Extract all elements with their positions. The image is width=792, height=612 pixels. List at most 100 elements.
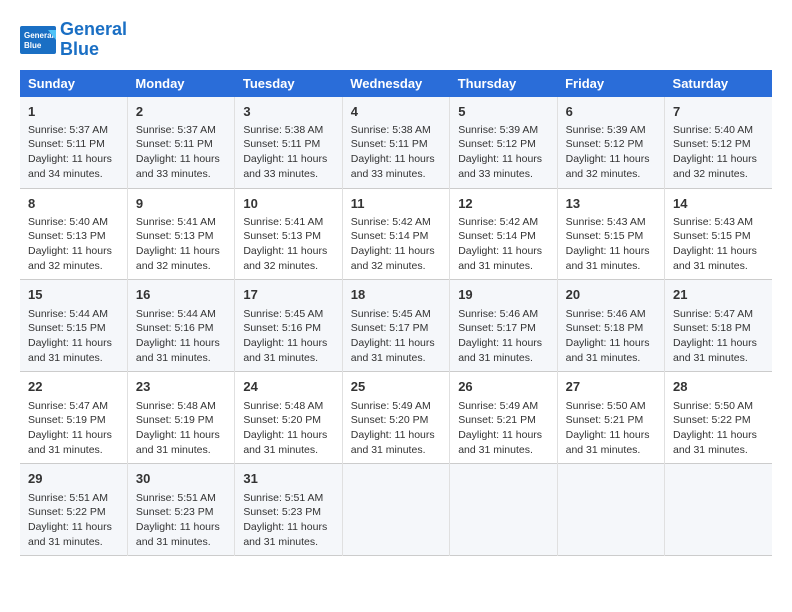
day-number: 14 bbox=[673, 195, 764, 213]
calendar-cell: 14 Sunrise: 5:43 AM Sunset: 5:15 PM Dayli… bbox=[665, 188, 772, 280]
calendar-week-4: 22 Sunrise: 5:47 AM Sunset: 5:19 PM Dayli… bbox=[20, 372, 772, 464]
calendar-cell: 1 Sunrise: 5:37 AM Sunset: 5:11 PM Daylig… bbox=[20, 97, 127, 188]
day-number: 22 bbox=[28, 378, 119, 396]
calendar-week-5: 29 Sunrise: 5:51 AM Sunset: 5:22 PM Dayli… bbox=[20, 464, 772, 556]
calendar-cell: 12 Sunrise: 5:42 AM Sunset: 5:14 PM Dayli… bbox=[450, 188, 557, 280]
day-info: Sunrise: 5:50 AM Sunset: 5:21 PM Dayligh… bbox=[566, 399, 656, 458]
calendar-cell: 8 Sunrise: 5:40 AM Sunset: 5:13 PM Daylig… bbox=[20, 188, 127, 280]
day-number: 1 bbox=[28, 103, 119, 121]
day-info: Sunrise: 5:37 AM Sunset: 5:11 PM Dayligh… bbox=[136, 123, 226, 182]
day-info: Sunrise: 5:42 AM Sunset: 5:14 PM Dayligh… bbox=[351, 215, 441, 274]
calendar-cell: 7 Sunrise: 5:40 AM Sunset: 5:12 PM Daylig… bbox=[665, 97, 772, 188]
day-info: Sunrise: 5:45 AM Sunset: 5:16 PM Dayligh… bbox=[243, 307, 333, 366]
day-number: 27 bbox=[566, 378, 656, 396]
day-number: 18 bbox=[351, 286, 441, 304]
day-info: Sunrise: 5:49 AM Sunset: 5:20 PM Dayligh… bbox=[351, 399, 441, 458]
page-header: General Blue General Blue bbox=[20, 20, 772, 60]
day-info: Sunrise: 5:40 AM Sunset: 5:13 PM Dayligh… bbox=[28, 215, 119, 274]
header-row: SundayMondayTuesdayWednesdayThursdayFrid… bbox=[20, 70, 772, 97]
calendar-cell: 28Sunrise: 5:50 AM Sunset: 5:22 PM Dayli… bbox=[665, 372, 772, 464]
calendar-cell: 29 Sunrise: 5:51 AM Sunset: 5:22 PM Dayli… bbox=[20, 464, 127, 556]
day-number: 19 bbox=[458, 286, 548, 304]
day-info: Sunrise: 5:38 AM Sunset: 5:11 PM Dayligh… bbox=[243, 123, 333, 182]
day-info: Sunrise: 5:41 AM Sunset: 5:13 PM Dayligh… bbox=[136, 215, 226, 274]
calendar-cell: 16 Sunrise: 5:44 AM Sunset: 5:16 PM Dayli… bbox=[127, 280, 234, 372]
day-info: Sunrise: 5:42 AM Sunset: 5:14 PM Dayligh… bbox=[458, 215, 548, 274]
day-info: Sunrise: 5:37 AM Sunset: 5:11 PM Dayligh… bbox=[28, 123, 119, 182]
day-info: Sunrise: 5:43 AM Sunset: 5:15 PM Dayligh… bbox=[673, 215, 764, 274]
day-number: 13 bbox=[566, 195, 656, 213]
logo: General Blue General Blue bbox=[20, 20, 127, 60]
day-info: Sunrise: 5:40 AM Sunset: 5:12 PM Dayligh… bbox=[673, 123, 764, 182]
day-number: 25 bbox=[351, 378, 441, 396]
calendar-cell: 15 Sunrise: 5:44 AM Sunset: 5:15 PM Dayli… bbox=[20, 280, 127, 372]
calendar-cell: 22 Sunrise: 5:47 AM Sunset: 5:19 PM Dayli… bbox=[20, 372, 127, 464]
day-info: Sunrise: 5:48 AM Sunset: 5:20 PM Dayligh… bbox=[243, 399, 333, 458]
calendar-cell bbox=[557, 464, 664, 556]
day-number: 3 bbox=[243, 103, 333, 121]
weekday-header-wednesday: Wednesday bbox=[342, 70, 449, 97]
day-number: 8 bbox=[28, 195, 119, 213]
calendar-table: SundayMondayTuesdayWednesdayThursdayFrid… bbox=[20, 70, 772, 557]
day-number: 9 bbox=[136, 195, 226, 213]
day-number: 30 bbox=[136, 470, 226, 488]
day-number: 23 bbox=[136, 378, 226, 396]
day-info: Sunrise: 5:47 AM Sunset: 5:19 PM Dayligh… bbox=[28, 399, 119, 458]
calendar-cell: 17 Sunrise: 5:45 AM Sunset: 5:16 PM Dayli… bbox=[235, 280, 342, 372]
calendar-cell bbox=[342, 464, 449, 556]
calendar-week-1: 1 Sunrise: 5:37 AM Sunset: 5:11 PM Daylig… bbox=[20, 97, 772, 188]
svg-text:Blue: Blue bbox=[24, 41, 42, 50]
weekday-header-monday: Monday bbox=[127, 70, 234, 97]
calendar-cell: 5Sunrise: 5:39 AM Sunset: 5:12 PM Daylig… bbox=[450, 97, 557, 188]
day-info: Sunrise: 5:43 AM Sunset: 5:15 PM Dayligh… bbox=[566, 215, 656, 274]
day-number: 2 bbox=[136, 103, 226, 121]
day-info: Sunrise: 5:44 AM Sunset: 5:15 PM Dayligh… bbox=[28, 307, 119, 366]
day-info: Sunrise: 5:39 AM Sunset: 5:12 PM Dayligh… bbox=[566, 123, 656, 182]
calendar-cell: 27 Sunrise: 5:50 AM Sunset: 5:21 PM Dayli… bbox=[557, 372, 664, 464]
day-info: Sunrise: 5:51 AM Sunset: 5:22 PM Dayligh… bbox=[28, 491, 119, 550]
day-info: Sunrise: 5:41 AM Sunset: 5:13 PM Dayligh… bbox=[243, 215, 333, 274]
calendar-cell: 21 Sunrise: 5:47 AM Sunset: 5:18 PM Dayli… bbox=[665, 280, 772, 372]
day-number: 12 bbox=[458, 195, 548, 213]
calendar-cell: 19 Sunrise: 5:46 AM Sunset: 5:17 PM Dayli… bbox=[450, 280, 557, 372]
day-number: 16 bbox=[136, 286, 226, 304]
day-info: Sunrise: 5:50 AM Sunset: 5:22 PM Dayligh… bbox=[673, 399, 764, 458]
calendar-cell: 9 Sunrise: 5:41 AM Sunset: 5:13 PM Daylig… bbox=[127, 188, 234, 280]
calendar-cell: 23 Sunrise: 5:48 AM Sunset: 5:19 PM Dayli… bbox=[127, 372, 234, 464]
day-info: Sunrise: 5:44 AM Sunset: 5:16 PM Dayligh… bbox=[136, 307, 226, 366]
calendar-week-2: 8 Sunrise: 5:40 AM Sunset: 5:13 PM Daylig… bbox=[20, 188, 772, 280]
day-number: 6 bbox=[566, 103, 656, 121]
day-info: Sunrise: 5:38 AM Sunset: 5:11 PM Dayligh… bbox=[351, 123, 441, 182]
day-info: Sunrise: 5:46 AM Sunset: 5:18 PM Dayligh… bbox=[566, 307, 656, 366]
weekday-header-tuesday: Tuesday bbox=[235, 70, 342, 97]
day-number: 4 bbox=[351, 103, 441, 121]
svg-text:General: General bbox=[24, 31, 54, 40]
day-number: 24 bbox=[243, 378, 333, 396]
day-number: 10 bbox=[243, 195, 333, 213]
logo-text: General Blue bbox=[60, 20, 127, 60]
day-number: 21 bbox=[673, 286, 764, 304]
calendar-cell: 11 Sunrise: 5:42 AM Sunset: 5:14 PM Dayli… bbox=[342, 188, 449, 280]
day-info: Sunrise: 5:48 AM Sunset: 5:19 PM Dayligh… bbox=[136, 399, 226, 458]
day-number: 7 bbox=[673, 103, 764, 121]
calendar-cell: 30Sunrise: 5:51 AM Sunset: 5:23 PM Dayli… bbox=[127, 464, 234, 556]
day-number: 20 bbox=[566, 286, 656, 304]
day-info: Sunrise: 5:47 AM Sunset: 5:18 PM Dayligh… bbox=[673, 307, 764, 366]
weekday-header-saturday: Saturday bbox=[665, 70, 772, 97]
day-number: 29 bbox=[28, 470, 119, 488]
day-info: Sunrise: 5:46 AM Sunset: 5:17 PM Dayligh… bbox=[458, 307, 548, 366]
day-number: 11 bbox=[351, 195, 441, 213]
calendar-cell: 13 Sunrise: 5:43 AM Sunset: 5:15 PM Dayli… bbox=[557, 188, 664, 280]
logo-icon: General Blue bbox=[20, 26, 56, 54]
day-number: 17 bbox=[243, 286, 333, 304]
calendar-cell: 18 Sunrise: 5:45 AM Sunset: 5:17 PM Dayli… bbox=[342, 280, 449, 372]
day-number: 15 bbox=[28, 286, 119, 304]
calendar-week-3: 15 Sunrise: 5:44 AM Sunset: 5:15 PM Dayli… bbox=[20, 280, 772, 372]
calendar-cell: 24 Sunrise: 5:48 AM Sunset: 5:20 PM Dayli… bbox=[235, 372, 342, 464]
calendar-cell bbox=[450, 464, 557, 556]
day-info: Sunrise: 5:45 AM Sunset: 5:17 PM Dayligh… bbox=[351, 307, 441, 366]
calendar-cell: 26Sunrise: 5:49 AM Sunset: 5:21 PM Dayli… bbox=[450, 372, 557, 464]
day-number: 31 bbox=[243, 470, 333, 488]
weekday-header-thursday: Thursday bbox=[450, 70, 557, 97]
calendar-cell: 31Sunrise: 5:51 AM Sunset: 5:23 PM Dayli… bbox=[235, 464, 342, 556]
